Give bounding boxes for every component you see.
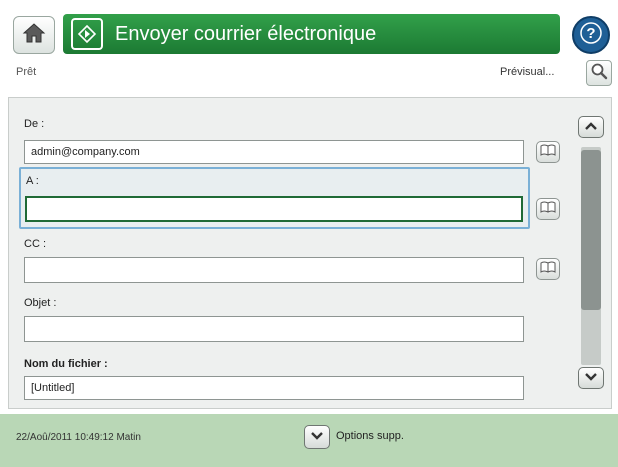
- preview-button[interactable]: [586, 60, 612, 86]
- filename-field[interactable]: [Untitled]: [24, 376, 524, 400]
- help-icon: ?: [580, 21, 602, 49]
- from-label: De :: [24, 118, 45, 130]
- scrollbar-thumb[interactable]: [581, 150, 601, 310]
- subject-field[interactable]: [24, 316, 524, 342]
- chevron-down-icon: [310, 428, 324, 446]
- from-address-book-button[interactable]: [536, 141, 560, 163]
- svg-text:?: ?: [586, 25, 595, 42]
- magnifier-icon: [590, 62, 608, 85]
- chevron-down-icon: [584, 369, 598, 387]
- address-book-icon: [540, 200, 556, 218]
- chevron-up-icon: [584, 118, 598, 136]
- footer-datetime: 22/Aoû/2011 10:49:12 Matin: [16, 432, 141, 443]
- address-book-icon: [540, 260, 556, 278]
- cc-address-book-button[interactable]: [536, 258, 560, 280]
- to-address-book-button[interactable]: [536, 198, 560, 220]
- cc-label: CC :: [24, 238, 46, 250]
- from-field[interactable]: admin@company.com: [24, 140, 524, 164]
- filename-label: Nom du fichier :: [24, 358, 108, 370]
- send-email-icon: [71, 18, 103, 50]
- cc-field[interactable]: [24, 257, 524, 283]
- more-options-label[interactable]: Options supp.: [336, 430, 404, 442]
- title-bar: Envoyer courrier électronique: [63, 14, 560, 54]
- to-label: A :: [26, 175, 39, 187]
- subject-label: Objet :: [24, 297, 57, 309]
- address-book-icon: [540, 143, 556, 161]
- home-icon: [22, 22, 46, 49]
- help-button[interactable]: ?: [572, 16, 610, 54]
- home-button[interactable]: [13, 16, 55, 54]
- to-field[interactable]: [25, 196, 523, 222]
- page-title: Envoyer courrier électronique: [115, 22, 377, 45]
- scroll-down-button[interactable]: [578, 367, 604, 389]
- scroll-up-button[interactable]: [578, 116, 604, 138]
- preview-label[interactable]: Prévisual...: [500, 66, 554, 78]
- more-options-button[interactable]: [304, 425, 330, 449]
- status-text: Prêt: [16, 66, 37, 78]
